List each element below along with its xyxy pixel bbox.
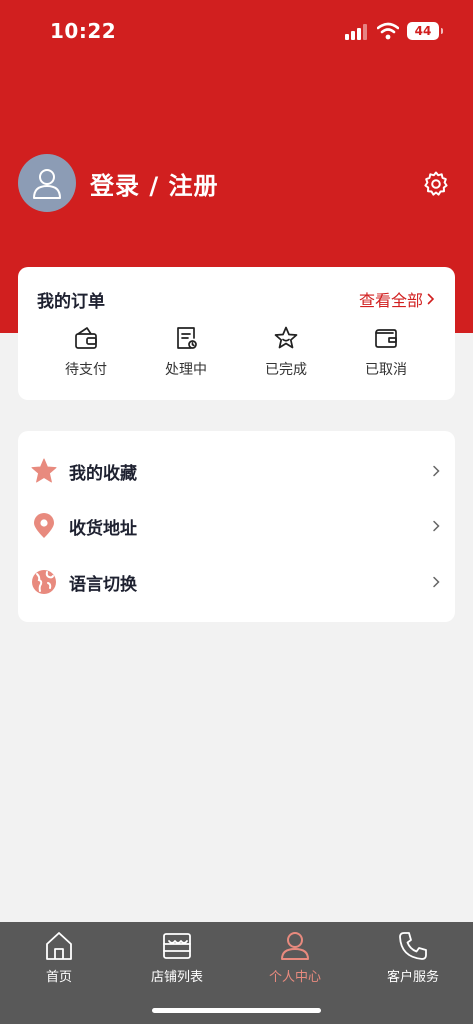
tab-personal-center[interactable]: 个人中心 (236, 930, 354, 985)
view-all-orders-link[interactable]: 查看全部 (359, 287, 435, 311)
chevron-right-icon (427, 293, 435, 305)
status-bar: 10:22 44 (0, 0, 473, 62)
chevron-right-icon (433, 576, 440, 588)
view-all-label: 查看全部 (358, 291, 423, 310)
star-icon (274, 326, 298, 349)
menu-card: 我的收藏 收货地址 语言切换 (18, 431, 455, 622)
phone-icon (399, 932, 427, 960)
menu-item-label: 我的收藏 (69, 463, 137, 484)
home-indicator (152, 1008, 321, 1013)
tab-label: 店铺列表 (150, 970, 203, 985)
order-item-processing[interactable]: 处理中 (146, 325, 226, 379)
orders-title: 我的订单 (37, 292, 105, 312)
user-avatar-icon (33, 169, 61, 199)
order-item-label: 待支付 (65, 362, 107, 378)
wifi-icon (377, 22, 399, 40)
order-item-cancelled[interactable]: 已取消 (346, 325, 426, 379)
order-item-label: 已取消 (365, 362, 407, 378)
tab-label: 客户服务 (386, 970, 439, 985)
tab-store-list[interactable]: 店铺列表 (118, 930, 236, 985)
globe-icon (32, 570, 56, 594)
document-icon (177, 327, 197, 349)
wallet-icon (75, 327, 97, 349)
status-time: 10:22 (50, 19, 117, 43)
chevron-right-icon (433, 520, 440, 532)
tab-customer-service[interactable]: 客户服务 (354, 930, 472, 985)
tab-home[interactable]: 首页 (0, 930, 118, 985)
store-icon (163, 933, 191, 959)
order-item-completed[interactable]: 已完成 (246, 325, 326, 379)
location-pin-icon (34, 513, 54, 538)
menu-item-favorites[interactable]: 我的收藏 (18, 446, 455, 496)
order-status-row: 待支付 处理中 已完成 已取消 (18, 325, 455, 385)
order-item-pending-payment[interactable]: 待支付 (46, 325, 126, 379)
wallet-cancel-icon (375, 329, 397, 348)
chevron-right-icon (433, 465, 440, 477)
menu-item-language[interactable]: 语言切换 (18, 557, 455, 607)
menu-item-label: 语言切换 (69, 574, 137, 595)
menu-item-label: 收货地址 (69, 518, 137, 539)
my-orders-card: 我的订单 查看全部 待支付 处理中 已完成 已取消 (18, 267, 455, 400)
profile-section: 登录 / 注册 (18, 154, 458, 214)
menu-item-shipping-address[interactable]: 收货地址 (18, 501, 455, 551)
order-item-label: 已完成 (265, 362, 307, 378)
tab-label: 首页 (45, 970, 72, 985)
login-register-link[interactable]: 登录 / 注册 (90, 166, 218, 201)
tab-label: 个人中心 (268, 970, 321, 985)
user-icon (281, 932, 309, 960)
star-icon (31, 458, 57, 483)
battery-indicator: 44 (407, 22, 443, 40)
settings-gear-icon[interactable] (422, 170, 450, 198)
order-item-label: 处理中 (165, 362, 207, 378)
avatar[interactable] (18, 154, 76, 212)
cellular-signal-icon (345, 24, 367, 40)
home-icon (46, 932, 72, 960)
